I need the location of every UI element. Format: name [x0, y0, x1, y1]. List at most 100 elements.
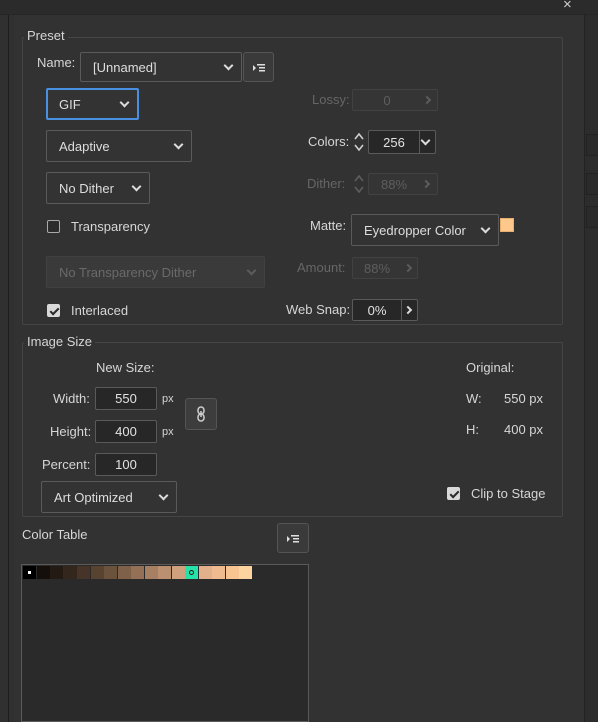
field-divider	[419, 131, 420, 153]
color-swatch[interactable]	[90, 566, 104, 579]
percent-field[interactable]: 100	[95, 453, 157, 476]
color-swatch[interactable]	[63, 566, 77, 579]
resample-quality-dropdown[interactable]: Art Optimized	[41, 481, 177, 513]
name-label: Name:	[37, 55, 76, 70]
transparency-checkbox[interactable]	[47, 220, 60, 233]
transparency-dither-value: No Transparency Dither	[59, 264, 197, 280]
chevron-down-icon	[173, 139, 184, 150]
color-swatch[interactable]	[36, 566, 50, 579]
percent-label: Percent:	[42, 457, 91, 472]
width-label: Width:	[53, 391, 90, 406]
color-swatch[interactable]	[198, 566, 212, 579]
colors-label: Colors:	[308, 134, 350, 149]
chevron-down-icon	[131, 181, 142, 192]
matte-dropdown[interactable]: Eyedropper Color	[351, 214, 499, 246]
chevron-down-icon	[223, 60, 234, 71]
color-swatch[interactable]	[144, 566, 158, 579]
percent-value: 100	[115, 457, 137, 472]
matte-value: Eyedropper Color	[364, 222, 466, 238]
close-icon[interactable]: ×	[563, 0, 572, 12]
chevron-right-icon	[422, 95, 432, 105]
color-swatch[interactable]	[50, 566, 63, 579]
right-panel-edge	[584, 15, 598, 722]
lossy-label: Lossy:	[312, 92, 350, 107]
color-table-menu-button[interactable]	[277, 523, 309, 553]
swatch-marker-icon	[28, 571, 31, 574]
matte-label: Matte:	[310, 218, 347, 233]
width-value: 550	[115, 391, 137, 406]
chevron-down-icon	[119, 97, 130, 108]
colors-field[interactable]: 256	[368, 130, 436, 154]
original-height-label: H:	[466, 422, 479, 437]
chevron-down-icon	[158, 490, 169, 501]
dither-stepper-icon	[354, 174, 364, 194]
colors-stepper-icon[interactable]	[352, 131, 366, 153]
color-swatch[interactable]	[225, 566, 239, 579]
height-unit: px	[162, 426, 174, 438]
color-swatch[interactable]	[23, 566, 36, 579]
preset-name-value: [Unnamed]	[93, 59, 157, 75]
colors-value: 256	[383, 134, 405, 150]
height-value: 400	[115, 424, 137, 439]
height-field[interactable]: 400	[95, 420, 157, 443]
original-height-value: 400 px	[504, 422, 544, 437]
web-snap-field[interactable]: 0%	[352, 299, 418, 321]
new-size-label: New Size:	[96, 360, 155, 375]
right-panel-tab[interactable]	[586, 206, 598, 228]
color-palette-dropdown[interactable]: Adaptive	[46, 130, 192, 162]
chevron-down-icon	[246, 265, 257, 276]
color-swatch[interactable]	[171, 566, 185, 579]
right-panel-tab[interactable]	[586, 134, 598, 156]
color-swatch[interactable]	[239, 566, 252, 579]
lossy-value: 0	[383, 92, 391, 108]
dither-label: Dither:	[307, 176, 346, 191]
amount-value: 88%	[363, 260, 391, 276]
amount-field: 88%	[352, 257, 418, 279]
lossy-field: 0	[352, 89, 438, 111]
file-format-value: GIF	[59, 96, 81, 112]
dither-mode-dropdown[interactable]: No Dither	[46, 172, 150, 204]
dither-mode-value: No Dither	[59, 180, 114, 196]
preset-group-title: Preset	[24, 28, 68, 43]
color-swatch[interactable]	[131, 566, 144, 579]
swatch-marker-icon	[189, 570, 194, 575]
clip-to-stage-label: Clip to Stage	[471, 486, 546, 501]
dialog-title-bar	[0, 0, 598, 15]
file-format-dropdown[interactable]: GIF	[46, 88, 139, 120]
color-swatch[interactable]	[158, 566, 171, 579]
chevron-right-icon	[403, 263, 413, 273]
color-swatch[interactable]	[117, 566, 131, 579]
right-panel-tab[interactable]	[586, 173, 598, 195]
interlaced-checkbox[interactable]	[47, 304, 60, 317]
matte-color-swatch[interactable]	[500, 218, 514, 232]
dither-field: 88%	[368, 173, 438, 195]
dither-value: 88%	[380, 176, 408, 192]
transparency-dither-dropdown: No Transparency Dither	[46, 256, 265, 288]
clip-to-stage-checkbox[interactable]	[447, 487, 460, 500]
color-table-title: Color Table	[22, 527, 88, 542]
constrain-proportions-button[interactable]	[185, 398, 217, 430]
chevron-right-icon	[421, 179, 431, 189]
original-width-value: 550 px	[504, 391, 544, 406]
color-swatch[interactable]	[185, 566, 198, 579]
left-panel-edge	[0, 15, 14, 722]
width-field[interactable]: 550	[95, 387, 157, 410]
width-unit: px	[162, 393, 174, 405]
original-label: Original:	[466, 360, 515, 375]
chevron-down-icon[interactable]	[420, 135, 431, 146]
color-swatch[interactable]	[77, 566, 90, 579]
panel-menu-icon	[287, 535, 299, 543]
interlaced-label: Interlaced	[71, 303, 129, 318]
original-width-label: W:	[466, 391, 482, 406]
transparency-label: Transparency	[71, 219, 150, 234]
preset-name-dropdown[interactable]: [Unnamed]	[80, 52, 242, 82]
preset-menu-button[interactable]	[243, 52, 274, 82]
image-size-group-title: Image Size	[24, 334, 96, 349]
color-table-area[interactable]	[21, 564, 309, 722]
chevron-down-icon	[480, 223, 491, 234]
color-swatch[interactable]	[104, 566, 117, 579]
amount-label: Amount:	[297, 260, 346, 275]
color-swatch[interactable]	[212, 566, 225, 579]
left-panel-divider	[8, 15, 9, 722]
chevron-right-icon[interactable]	[403, 305, 413, 315]
